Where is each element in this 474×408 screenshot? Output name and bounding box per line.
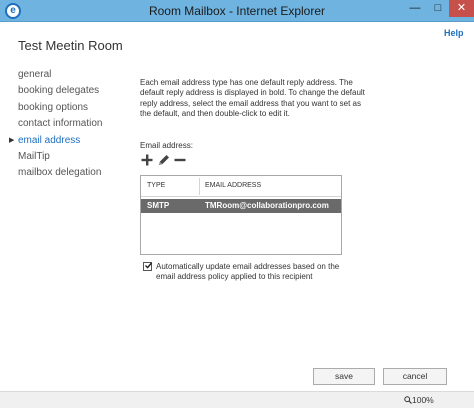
auto-update-checkbox[interactable] <box>143 262 153 271</box>
help-link[interactable]: Help <box>444 28 464 38</box>
pencil-icon[interactable] <box>157 153 171 167</box>
zoom-level[interactable]: 100% <box>412 395 434 405</box>
column-header-email-address[interactable]: EMAIL ADDRESS <box>205 182 261 189</box>
email-address-label: Email address: <box>140 141 193 150</box>
row-type: SMTP <box>147 201 170 210</box>
sidebar-nav: general booking delegates booking option… <box>9 67 103 182</box>
maximize-button[interactable]: □ <box>427 0 449 17</box>
nav-item-general[interactable]: general <box>18 67 103 83</box>
table-header: TYPE EMAIL ADDRESS <box>141 176 341 197</box>
column-divider <box>199 178 200 195</box>
status-bar: 100% <box>0 391 474 408</box>
zoom-icon <box>404 396 412 406</box>
nav-item-label: email address <box>18 134 81 146</box>
nav-item-booking-delegates[interactable]: booking delegates <box>18 83 103 99</box>
nav-item-label: MailTip <box>18 150 50 162</box>
minus-icon[interactable] <box>173 153 187 167</box>
nav-item-label: booking options <box>18 101 89 113</box>
close-button[interactable]: ✕ <box>449 0 474 17</box>
nav-item-booking-options[interactable]: booking options <box>18 100 103 116</box>
nav-item-email-address[interactable]: ▶ email address <box>9 133 103 149</box>
minimize-button[interactable]: — <box>404 0 426 17</box>
auto-update-label: Automatically update email addresses bas… <box>156 262 340 282</box>
nav-item-label: general <box>18 69 52 80</box>
row-email-address: TMRoom@collaborationpro.com <box>205 201 329 210</box>
nav-item-label: contact information <box>18 118 103 130</box>
active-arrow-icon: ▶ <box>9 136 15 144</box>
nav-item-mailtip[interactable]: MailTip <box>18 149 103 165</box>
cancel-button[interactable]: cancel <box>383 368 447 385</box>
checkmark-icon <box>145 262 153 269</box>
nav-item-mailbox-delegation[interactable]: mailbox delegation <box>18 165 103 181</box>
nav-item-label: booking delegates <box>18 85 100 97</box>
save-button[interactable]: save <box>313 368 375 385</box>
email-address-table: TYPE EMAIL ADDRESS SMTP TMRoom@collabora… <box>140 175 342 255</box>
window-title: Room Mailbox - Internet Explorer <box>148 4 326 18</box>
column-header-type[interactable]: TYPE <box>147 182 165 189</box>
title-bar: e Room Mailbox - Internet Explorer — □ ✕ <box>0 0 474 22</box>
nav-item-contact-information[interactable]: contact information <box>18 116 103 132</box>
page-title: Test Meetin Room <box>18 38 123 53</box>
table-row[interactable]: SMTP TMRoom@collaborationpro.com <box>141 199 341 213</box>
plus-icon[interactable] <box>140 153 154 167</box>
description-text: Each email address type has one default … <box>140 78 365 119</box>
nav-item-label: mailbox delegation <box>18 167 102 179</box>
